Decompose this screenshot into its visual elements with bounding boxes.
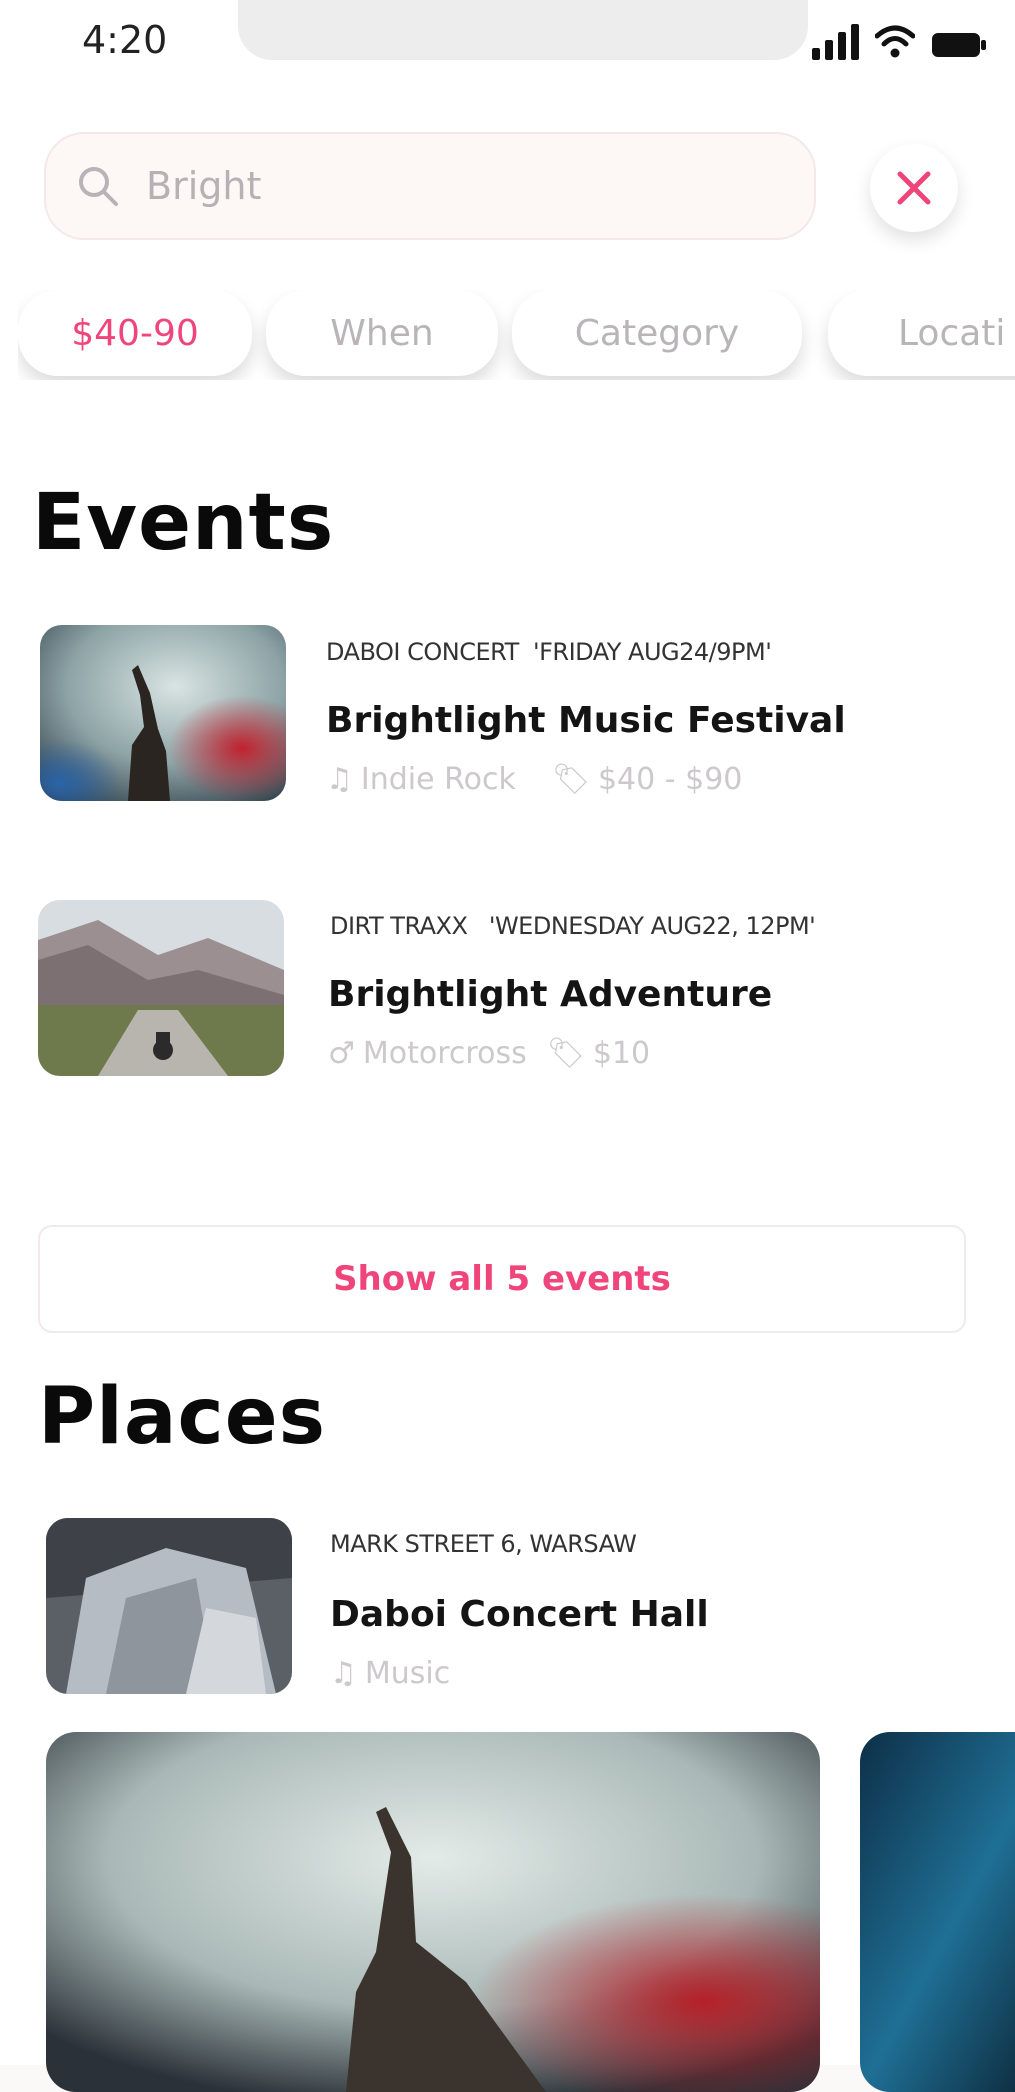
concert-photo	[40, 625, 286, 801]
filter-chip-location[interactable]: Locati	[828, 290, 1015, 376]
event-meta: DIRT TRAXX 'WEDNESDAY AUG22, 12PM'	[330, 912, 816, 940]
event-venue: DABOI CONCERT	[326, 638, 519, 666]
search-icon	[79, 167, 118, 206]
featured-card-next[interactable]	[860, 1732, 1015, 2092]
place-details: ♫ Music	[330, 1656, 450, 1691]
search-bar[interactable]	[44, 132, 816, 240]
battery-icon	[932, 33, 986, 57]
event-datetime: 'FRIDAY AUG24/9PM'	[533, 638, 772, 666]
price-tag-icon: 🏷	[546, 1036, 585, 1071]
featured-next-photo	[860, 1732, 1015, 2092]
event-title[interactable]: Brightlight Adventure	[328, 974, 772, 1015]
event-price: $40 - $90	[597, 762, 743, 797]
motorbike-icon: ♂	[328, 1036, 355, 1071]
music-note-icon: ♫	[326, 762, 353, 797]
filter-chip-category[interactable]: Category	[512, 290, 802, 376]
event-category: Indie Rock	[360, 762, 516, 797]
event-meta: DABOI CONCERT 'FRIDAY AUG24/9PM'	[326, 638, 772, 666]
place-title[interactable]: Daboi Concert Hall	[330, 1594, 709, 1635]
device-notch	[238, 0, 808, 60]
motocross-photo	[38, 900, 284, 1076]
event-details: ♂ Motorcross 🏷 $10	[328, 1036, 650, 1071]
signal-icon	[812, 22, 859, 60]
music-note-icon: ♫	[330, 1656, 357, 1691]
event-datetime: 'WEDNESDAY AUG22, 12PM'	[488, 912, 816, 940]
place-category: Music	[364, 1656, 451, 1691]
event-venue: DIRT TRAXX	[330, 912, 468, 940]
status-time: 4:20	[82, 18, 168, 62]
close-icon	[897, 171, 931, 205]
featured-concert-photo	[46, 1732, 820, 2092]
places-section-title: Places	[38, 1372, 327, 1462]
place-image-concert-hall[interactable]	[46, 1518, 292, 1694]
price-tag-icon: 🏷	[551, 762, 590, 797]
wifi-icon	[875, 25, 915, 58]
featured-card-concert[interactable]	[46, 1732, 820, 2092]
clear-search-button[interactable]	[870, 144, 958, 232]
events-section-title: Events	[32, 478, 335, 568]
event-details: ♫ Indie Rock 🏷 $40 - $90	[326, 762, 742, 797]
place-address: MARK STREET 6, WARSAW	[330, 1530, 637, 1558]
event-category: Motorcross	[362, 1036, 527, 1071]
concert-hall-photo	[46, 1518, 292, 1694]
filter-chip-when[interactable]: When	[266, 290, 498, 376]
search-input[interactable]	[144, 163, 768, 209]
event-image-concert[interactable]	[40, 625, 286, 801]
event-image-motocross[interactable]	[38, 900, 284, 1076]
filter-chip-row[interactable]: $40-90 When Category Locati	[18, 290, 1015, 380]
event-price: $10	[592, 1036, 651, 1071]
filter-chip-price[interactable]: $40-90	[18, 290, 252, 376]
event-title[interactable]: Brightlight Music Festival	[326, 700, 846, 741]
show-all-events-button[interactable]: Show all 5 events	[38, 1225, 966, 1333]
status-icons	[812, 20, 987, 60]
